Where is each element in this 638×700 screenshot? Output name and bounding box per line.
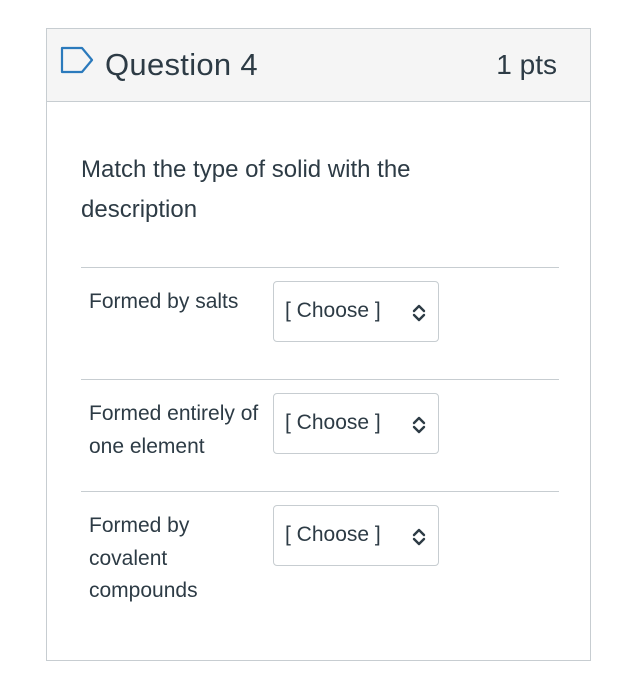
question-header: Question 4 1 pts [47, 29, 590, 102]
answer-select[interactable]: [ Choose ] [273, 505, 439, 566]
flag-question-icon[interactable] [60, 46, 94, 74]
answer-select-value: [ Choose ] [285, 411, 381, 434]
up-down-chevron-icon [412, 304, 426, 322]
match-row-label: Formed entirely of one element [89, 402, 259, 458]
match-row: Formed by covalent compounds [ Choose ] [81, 491, 559, 631]
answer-select[interactable]: [ Choose ] [273, 393, 439, 454]
match-row: Formed entirely of one element [ Choose … [81, 379, 559, 491]
answer-select-value: [ Choose ] [285, 523, 381, 546]
question-prompt: Match the type of solid with the descrip… [81, 156, 411, 223]
match-list: Formed by salts [ Choose ] Formed entire… [81, 267, 559, 631]
match-row: Formed by salts [ Choose ] [81, 267, 559, 379]
match-row-label: Formed by covalent compounds [89, 514, 198, 602]
match-row-label: Formed by salts [89, 290, 239, 313]
question-title: Question 4 [105, 47, 258, 82]
question-card: Question 4 1 pts Match the type of solid… [46, 28, 591, 661]
up-down-chevron-icon [412, 416, 426, 434]
question-points: 1 pts [496, 49, 557, 80]
answer-select-value: [ Choose ] [285, 299, 381, 322]
up-down-chevron-icon [412, 528, 426, 546]
answer-select[interactable]: [ Choose ] [273, 281, 439, 342]
